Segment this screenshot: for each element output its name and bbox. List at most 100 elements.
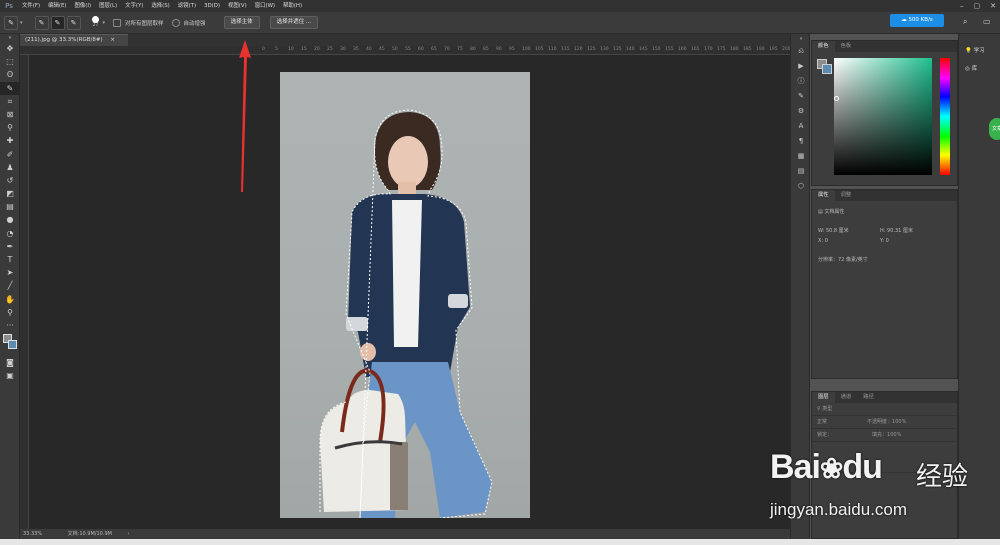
dodge-tool-icon[interactable]: ◔ bbox=[0, 227, 20, 240]
x-field[interactable]: X: 0 bbox=[818, 238, 828, 244]
brush-dropdown-icon[interactable]: ▾ bbox=[103, 20, 106, 26]
select-subject-button[interactable]: 选择主体 bbox=[223, 16, 260, 29]
collapse-dock-icon[interactable]: « bbox=[791, 34, 811, 44]
maximize-icon[interactable]: ▢ bbox=[974, 0, 981, 12]
healing-brush-icon[interactable]: ✚ bbox=[0, 134, 20, 147]
brush-tool-icon[interactable]: ✐ bbox=[0, 148, 20, 161]
document-tab[interactable]: (211).jpg @ 33.3%(RGB/8#) × bbox=[20, 34, 128, 46]
history-panel-icon[interactable]: ⎌ bbox=[791, 44, 811, 59]
sample-all-checkbox[interactable] bbox=[113, 18, 122, 27]
quick-select-preset-icon[interactable]: ✎ bbox=[4, 15, 18, 30]
select-and-mask-button[interactable]: 选择并遮住 ... bbox=[269, 16, 319, 29]
subtract-selection-icon[interactable]: ✎ bbox=[66, 15, 81, 30]
hand-tool-icon[interactable]: ✋ bbox=[0, 293, 20, 306]
actions-panel-icon[interactable]: ▶ bbox=[791, 59, 811, 74]
height-field[interactable]: H: 90.31 厘米 bbox=[880, 227, 913, 234]
screen-mode-icon[interactable]: ▣ bbox=[0, 369, 20, 382]
tab-properties[interactable]: 属性 bbox=[812, 190, 835, 201]
close-window-icon[interactable]: ✕ bbox=[990, 0, 996, 12]
preset-dropdown-icon[interactable]: ▾ bbox=[20, 20, 23, 26]
line-tool-icon[interactable]: ╱ bbox=[0, 279, 20, 292]
eyedropper-tool-icon[interactable]: ⚲ bbox=[0, 121, 20, 134]
paragraph-panel-icon[interactable]: ¶ bbox=[791, 134, 811, 149]
opacity-value[interactable]: 100% bbox=[892, 419, 906, 425]
search-icon[interactable]: ⌕ bbox=[963, 17, 967, 27]
ruler-vertical bbox=[20, 55, 29, 529]
tab-paths[interactable]: 路径 bbox=[857, 392, 880, 403]
brush-size-picker[interactable]: 27 bbox=[89, 15, 103, 30]
stamp-tool-icon[interactable]: ♟ bbox=[0, 161, 20, 174]
tab-layers[interactable]: 图层 bbox=[812, 392, 835, 403]
ruler-tick: 105 bbox=[535, 47, 544, 52]
color-field[interactable] bbox=[834, 58, 932, 175]
marquee-tool-icon[interactable]: ⬚ bbox=[0, 55, 20, 68]
layer-filter-row[interactable]: ⚲ 类型 bbox=[812, 403, 957, 416]
color-picker-handle[interactable] bbox=[834, 96, 839, 101]
quick-select-tool-icon[interactable]: ✎ bbox=[0, 81, 20, 95]
workspace-icon[interactable]: ▭ bbox=[983, 17, 991, 26]
status-menu-arrow[interactable]: › bbox=[128, 531, 130, 537]
tab-color[interactable]: 颜色 bbox=[812, 41, 835, 52]
menu-type[interactable]: 文字(Y) bbox=[121, 0, 147, 12]
menu-window[interactable]: 窗口(W) bbox=[251, 0, 279, 12]
3d-panel-icon[interactable]: ⬡ bbox=[791, 179, 811, 194]
menu-file[interactable]: 文件(F) bbox=[18, 0, 44, 12]
background-color-swatch[interactable] bbox=[8, 340, 17, 350]
new-selection-icon[interactable]: ✎ bbox=[34, 15, 49, 30]
pen-tool-icon[interactable]: ✒ bbox=[0, 240, 20, 253]
brush-panel-icon[interactable]: ✎ bbox=[791, 89, 811, 104]
collapse-toolbar-icon[interactable]: » bbox=[0, 34, 20, 42]
hue-slider[interactable] bbox=[940, 58, 950, 175]
menu-filter[interactable]: 滤镜(T) bbox=[174, 0, 200, 12]
eraser-tool-icon[interactable]: ◩ bbox=[0, 187, 20, 200]
libraries-panel-icon[interactable]: ▦ bbox=[791, 149, 811, 164]
minimize-icon[interactable]: – bbox=[960, 0, 964, 12]
ruler-tick: 175 bbox=[717, 47, 726, 52]
more-tools-icon[interactable]: ··· bbox=[0, 319, 20, 332]
ruler-tick: 5 bbox=[275, 47, 278, 52]
frame-tool-icon[interactable]: ⊠ bbox=[0, 108, 20, 121]
blend-mode[interactable]: 正常 bbox=[817, 419, 827, 425]
library-panel-button[interactable]: ◎ 库 bbox=[959, 60, 1000, 78]
learn-panel-button[interactable]: 💡 学习 bbox=[959, 42, 1000, 60]
move-tool-icon[interactable]: ✥ bbox=[0, 42, 20, 55]
menu-help[interactable]: 帮助(H) bbox=[279, 0, 306, 12]
history-brush-icon[interactable]: ↺ bbox=[0, 174, 20, 187]
info-panel-icon[interactable]: ⓘ bbox=[791, 74, 811, 89]
menu-select[interactable]: 选择(S) bbox=[147, 0, 173, 12]
add-selection-icon[interactable]: ✎ bbox=[50, 15, 65, 30]
tab-channels[interactable]: 通道 bbox=[835, 392, 858, 403]
quick-mask-icon[interactable]: ◙ bbox=[0, 356, 20, 369]
menu-edit[interactable]: 编辑(E) bbox=[44, 0, 70, 12]
menu-layer[interactable]: 图层(L) bbox=[95, 0, 121, 12]
blend-opacity-row[interactable]: 正常 不透明度：100% bbox=[812, 416, 957, 429]
width-field[interactable]: W: 50.8 厘米 bbox=[818, 227, 849, 234]
tab-swatches[interactable]: 色板 bbox=[835, 41, 858, 52]
auto-enhance-checkbox[interactable] bbox=[171, 18, 180, 27]
lasso-tool-icon[interactable]: ʘ bbox=[0, 68, 20, 81]
baidu-watermark: Bai❀du 经验 jingyan.baidu.com bbox=[770, 430, 1000, 530]
menu-3d[interactable]: 3D(D) bbox=[200, 0, 224, 12]
cloud-speed-badge[interactable]: ☁ 500 KB/s bbox=[890, 14, 944, 27]
color-swatches[interactable] bbox=[0, 332, 19, 356]
type-tool-icon[interactable]: T bbox=[0, 253, 20, 266]
green-float-badge[interactable]: 文章 bbox=[989, 118, 1000, 140]
character-panel-icon[interactable]: A bbox=[791, 119, 811, 134]
close-tab-icon[interactable]: × bbox=[110, 37, 115, 43]
document-image[interactable] bbox=[280, 72, 530, 518]
tab-adjustments[interactable]: 调整 bbox=[835, 190, 858, 201]
notes-panel-icon[interactable]: ▤ bbox=[791, 164, 811, 179]
menu-image[interactable]: 图像(I) bbox=[71, 0, 96, 12]
blur-tool-icon[interactable]: ● bbox=[0, 213, 20, 226]
watermark-url: jingyan.baidu.com bbox=[770, 500, 908, 519]
path-select-icon[interactable]: ➤ bbox=[0, 266, 20, 279]
menu-view[interactable]: 视图(V) bbox=[224, 0, 251, 12]
zoom-tool-icon[interactable]: ⚲ bbox=[0, 306, 20, 319]
y-field[interactable]: Y: 0 bbox=[880, 238, 889, 244]
gradient-tool-icon[interactable]: ▤ bbox=[0, 200, 20, 213]
zoom-level[interactable]: 33.33% bbox=[23, 531, 42, 537]
bg-color-swatch[interactable] bbox=[822, 64, 832, 74]
ruler-tick: 190 bbox=[756, 47, 765, 52]
adjust-panel-icon[interactable]: ⚙ bbox=[791, 104, 811, 119]
crop-tool-icon[interactable]: ⌗ bbox=[0, 95, 20, 108]
